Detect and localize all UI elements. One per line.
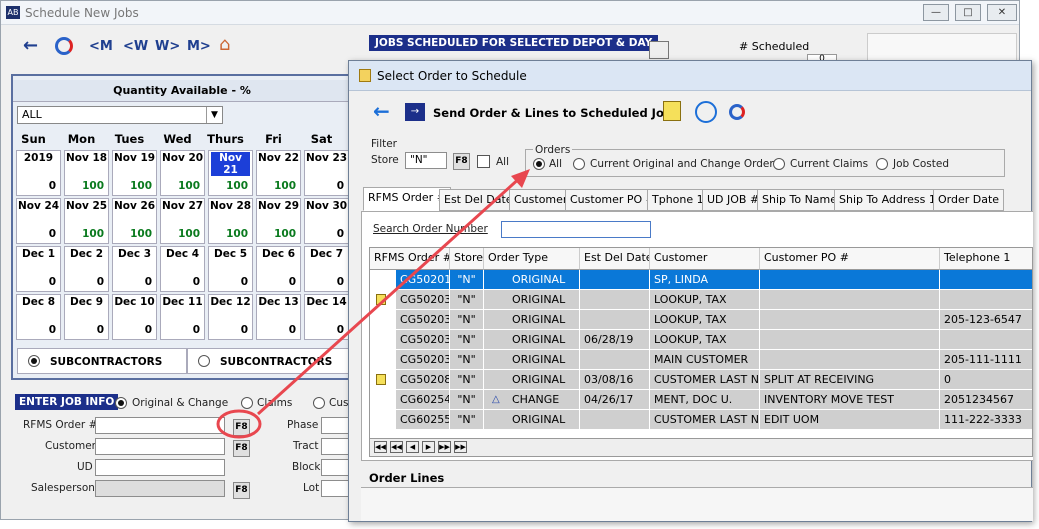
annotation-overlay — [216, 169, 530, 439]
annotation-circle — [216, 409, 262, 439]
annotation-arrow-line — [256, 174, 524, 416]
